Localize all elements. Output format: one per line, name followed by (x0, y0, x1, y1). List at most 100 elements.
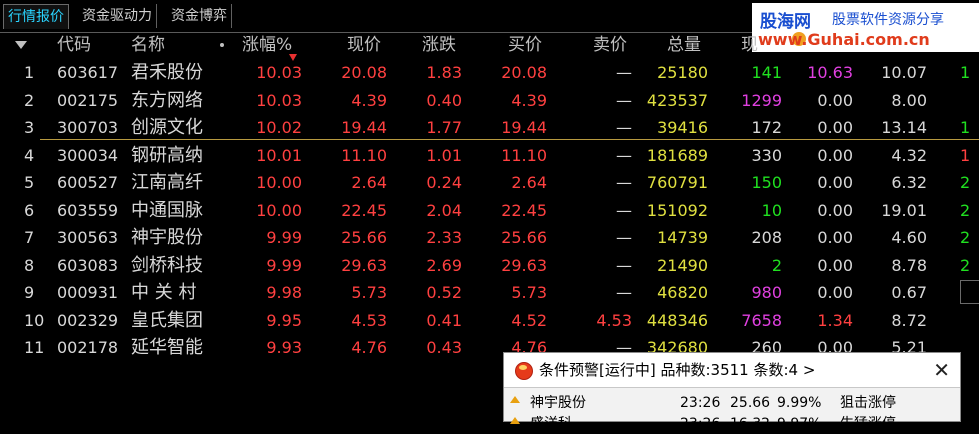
bid-price: 25.66 (501, 228, 547, 247)
dropdown-icon[interactable] (15, 41, 27, 49)
header-change[interactable]: 涨跌 (422, 34, 456, 56)
alert-icon (515, 362, 533, 380)
bid-price: 4.52 (511, 310, 547, 330)
tab-fund-game[interactable]: 资金博弈 (167, 4, 232, 28)
price-change: 2.33 (426, 228, 462, 247)
table-row[interactable]: 9 000931 中 关 村 9.98 5.73 0.52 5.73 — 46820 980 0.0… (0, 279, 979, 306)
watermark-logo: 股海网 (760, 12, 811, 32)
row-index: 8 (24, 255, 35, 275)
current-volume: 141 (751, 63, 782, 82)
header-current[interactable]: 现 (741, 34, 758, 56)
column-value: 0.00 (817, 283, 853, 302)
row-separator (40, 139, 979, 140)
column-value: 8.78 (891, 255, 927, 275)
alert-item-pct: 9.97% (777, 416, 822, 432)
current-volume: 150 (751, 173, 782, 192)
header-code[interactable]: 代码 (57, 34, 91, 56)
ask-price: — (616, 63, 632, 82)
price-change: 2.04 (426, 200, 462, 220)
header-price[interactable]: 现价 (347, 34, 381, 56)
stock-code: 002178 (57, 338, 119, 357)
current-volume: 2 (771, 255, 782, 275)
change-pct: 9.99 (266, 255, 302, 275)
ask-price: 4.53 (596, 310, 632, 330)
column-value: 6.32 (891, 173, 927, 192)
price-change: 2.69 (426, 255, 462, 275)
stock-code: 300034 (57, 145, 119, 165)
table-row[interactable]: 7 300563 神宇股份 9.99 25.66 2.33 25.66 — 14739 208 0.… (0, 224, 979, 251)
up-arrow-icon (510, 396, 520, 403)
row-index: 6 (24, 200, 35, 220)
price-change: 1.77 (426, 118, 462, 137)
alert-popup-header: 条件预警[运行中] 品种数:3511 条数:4 > ✕ (504, 353, 960, 388)
price-change: 0.24 (426, 173, 462, 192)
alert-popup: 条件预警[运行中] 品种数:3511 条数:4 > ✕ 神宇股份 23:26 2… (503, 352, 961, 432)
column-value: 0.00 (817, 145, 853, 165)
stock-code: 603559 (57, 200, 119, 220)
total-volume: 448346 (646, 310, 708, 330)
stock-name: 君禾股份 (131, 62, 203, 83)
last-price: 2.64 (351, 173, 387, 192)
bid-price: 22.45 (501, 200, 547, 220)
stock-name: 钢研高纳 (131, 144, 203, 166)
column-value: 0.00 (817, 228, 853, 247)
row-index: 2 (24, 90, 35, 110)
column-value: 8.72 (891, 310, 927, 330)
header-bid[interactable]: 买价 (508, 34, 542, 56)
change-pct: 10.01 (256, 145, 302, 165)
close-icon[interactable]: ✕ (933, 353, 950, 387)
table-row[interactable]: 4 300034 钢研高纳 10.01 11.10 1.01 11.10 — 181689 330… (0, 142, 979, 169)
column-value: 1.34 (817, 310, 853, 330)
alert-item-time: 23:26 (680, 416, 721, 432)
row-index: 1 (24, 63, 35, 82)
alert-item-time: 23:26 (680, 395, 721, 411)
table-row[interactable]: 3 300703 创源文化 10.02 19.44 1.77 19.44 — 39416 172 0… (0, 114, 979, 141)
last-price: 20.08 (341, 63, 387, 82)
table-row[interactable]: 5 600527 江南高纤 10.00 2.64 0.24 2.64 — 760791 150 0.… (0, 169, 979, 196)
change-pct: 9.93 (266, 338, 302, 357)
tab-quotes[interactable]: 行情报价 (3, 4, 69, 29)
table-row[interactable]: 10 002329 皇氏集团 9.95 4.53 0.41 4.52 4.53 448346 76… (0, 307, 979, 334)
table-row[interactable]: 2 002175 东方网络 10.03 4.39 0.40 4.39 — 423537 1299 0… (0, 87, 979, 114)
row-index: 7 (24, 228, 35, 247)
column-value: 0.00 (817, 90, 853, 110)
header-volume[interactable]: 总量 (667, 34, 701, 56)
scroll-handle[interactable] (960, 280, 979, 304)
change-pct: 10.03 (256, 90, 302, 110)
total-volume: 25180 (657, 63, 708, 82)
current-volume: 208 (751, 228, 782, 247)
change-pct: 10.00 (256, 200, 302, 220)
ask-price: — (616, 228, 632, 247)
alert-item[interactable]: 神宇股份 23:26 25.66 9.99% 狙击涨停 (504, 393, 960, 413)
change-pct: 10.03 (256, 63, 302, 82)
row-index: 4 (24, 145, 35, 165)
table-row[interactable]: 8 603083 剑桥科技 9.99 29.63 2.69 29.63 — 21490 2 0.00… (0, 252, 979, 279)
column-value: 19.01 (881, 200, 927, 220)
stock-name: 皇氏集团 (131, 309, 203, 331)
header-name[interactable]: 名称 (131, 34, 165, 56)
stock-code: 002175 (57, 90, 119, 110)
bid-price: 19.44 (501, 118, 547, 137)
total-volume: 21490 (657, 255, 708, 275)
header-ask[interactable]: 卖价 (593, 34, 627, 56)
alert-item[interactable]: 盛洋科 23:26 16.32 9.97% 生猛涨停 (504, 414, 960, 434)
current-volume: 7658 (741, 310, 782, 330)
bid-price: 5.73 (511, 283, 547, 302)
alert-popup-title[interactable]: 条件预警[运行中] 品种数:3511 条数:4 > (539, 353, 815, 387)
column-value: 10.07 (881, 63, 927, 82)
column-value: 4.32 (891, 145, 927, 165)
row-index: 10 (24, 310, 45, 330)
column-value: 0.00 (817, 173, 853, 192)
alert-item-price: 25.66 (730, 395, 771, 411)
watermark-slogan: 股票软件资源分享 (832, 12, 944, 28)
column-value: 0.67 (891, 283, 927, 302)
last-price: 4.39 (351, 90, 387, 110)
tab-fund-drive[interactable]: 资金驱动力 (78, 4, 157, 28)
column-value: 2 (960, 200, 971, 220)
table-row[interactable]: 1 603617 君禾股份 10.03 20.08 1.83 20.08 — 25180 141 1… (0, 59, 979, 86)
table-row[interactable]: 6 603559 中通国脉 10.00 22.45 2.04 22.45 — 151092 10 0… (0, 197, 979, 224)
current-volume: 172 (751, 118, 782, 137)
header-pct[interactable]: 涨幅% (242, 34, 292, 56)
row-index: 11 (24, 338, 45, 357)
last-price: 4.76 (351, 338, 387, 357)
